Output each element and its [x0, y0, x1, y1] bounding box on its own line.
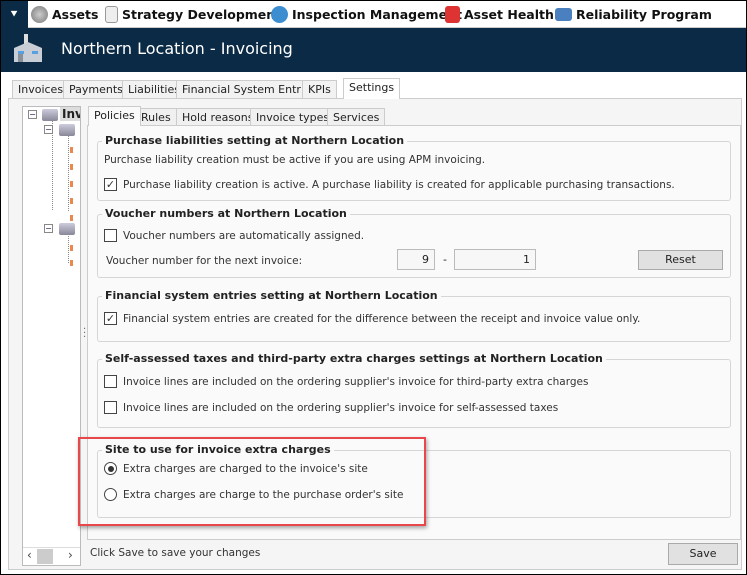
leaf-node[interactable] — [70, 147, 73, 153]
document-icon — [105, 5, 118, 23]
tab-financial-system-entries[interactable]: Financial System Entries — [176, 80, 323, 99]
nav-label: Asset Health — [464, 6, 554, 22]
tree-horizontal-scrollbar[interactable]: ‹ › — [23, 547, 80, 564]
save-button[interactable]: Save — [668, 543, 738, 565]
leaf-node[interactable] — [70, 245, 73, 251]
nav-label: Reliability Program — [576, 6, 712, 22]
folder-icon — [555, 7, 572, 21]
leaf-node[interactable] — [70, 215, 73, 221]
financial-entries-checkbox-row[interactable]: ✓ Financial system entries are created f… — [104, 312, 640, 325]
nav-reliability-program[interactable]: Reliability Program — [555, 0, 712, 28]
checkbox-label: Purchase liability creation is active. A… — [123, 178, 675, 191]
double-chevron-down-icon[interactable]: ⯆ — [0, 0, 28, 28]
self-assessed-taxes-checkbox-row[interactable]: Invoice lines are included on the orderi… — [104, 401, 558, 414]
nav-assets[interactable]: Assets — [31, 0, 98, 28]
financial-system-entries-group: Financial system entries setting at Nort… — [97, 289, 731, 342]
highlight-annotation — [78, 437, 426, 526]
leaf-node[interactable] — [70, 181, 73, 187]
next-voucher-label: Voucher number for the next invoice: — [106, 255, 303, 267]
nav-asset-health[interactable]: Asset Health — [445, 0, 554, 28]
purchase-liability-checkbox[interactable]: ✓ — [104, 178, 117, 191]
checkbox-label: Voucher numbers are automatically assign… — [123, 229, 365, 242]
tab-settings[interactable]: Settings — [343, 78, 401, 99]
purchase-liability-checkbox-row[interactable]: ✓ Purchase liability creation is active.… — [104, 178, 675, 191]
tab-hold-reasons[interactable]: Hold reasons — [176, 108, 260, 126]
location-tree[interactable]: − Inv − − — [22, 106, 81, 566]
scroll-left-icon[interactable]: ‹ — [27, 548, 32, 562]
self-assessed-taxes-checkbox[interactable] — [104, 401, 117, 414]
health-kit-icon — [445, 5, 460, 23]
factory-icon — [59, 124, 75, 136]
gears-icon — [31, 5, 48, 23]
top-navigation: ⯆ Assets Strategy Development Inspection… — [0, 0, 747, 28]
group-title: Voucher numbers at Northern Location — [102, 207, 350, 220]
nav-strategy-development[interactable]: Strategy Development — [105, 0, 281, 28]
group-title: Purchase liabilities setting at Northern… — [102, 134, 408, 147]
nav-label: Assets — [52, 6, 99, 22]
gauge-icon — [271, 5, 288, 23]
voucher-number-input[interactable]: 1 — [454, 249, 536, 270]
tab-services[interactable]: Services — [327, 108, 386, 126]
collapse-icon[interactable]: − — [44, 125, 53, 134]
voucher-prefix-input[interactable]: 9 — [397, 249, 435, 270]
checkbox-label: Invoice lines are included on the orderi… — [123, 375, 589, 388]
self-assessed-taxes-group: Self-assessed taxes and third-party extr… — [97, 352, 731, 428]
nav-label: Inspection Management — [292, 6, 462, 22]
purchase-liabilities-group: Purchase liabilities setting at Northern… — [97, 134, 731, 201]
collapse-icon[interactable]: − — [44, 224, 53, 233]
nav-inspection-management[interactable]: Inspection Management — [271, 0, 462, 28]
reset-button[interactable]: Reset — [638, 250, 723, 270]
leaf-node[interactable] — [70, 164, 73, 170]
checkbox-label: Invoice lines are included on the orderi… — [123, 401, 559, 414]
nav-label: Strategy Development — [122, 6, 282, 22]
group-title: Financial system entries setting at Nort… — [102, 289, 441, 302]
group-title: Self-assessed taxes and third-party extr… — [102, 352, 606, 365]
tab-invoice-types[interactable]: Invoice types — [250, 108, 336, 126]
purchase-note: Purchase liability creation must be acti… — [104, 154, 486, 166]
page-title: Northern Location - Invoicing — [61, 39, 293, 58]
leaf-node[interactable] — [70, 260, 73, 266]
scroll-right-icon[interactable]: › — [68, 548, 73, 562]
tab-invoices[interactable]: Invoices — [12, 80, 70, 99]
scroll-thumb[interactable] — [37, 549, 53, 564]
factory-icon — [42, 109, 58, 121]
third-party-charges-checkbox-row[interactable]: Invoice lines are included on the orderi… — [104, 375, 588, 388]
factory-icon — [14, 34, 42, 62]
leaf-node[interactable] — [70, 198, 73, 204]
status-message: Click Save to save your changes — [90, 547, 261, 559]
factory-icon — [59, 223, 75, 235]
third-party-charges-checkbox[interactable] — [104, 375, 117, 388]
tab-kpis[interactable]: KPIs — [302, 80, 337, 99]
voucher-auto-checkbox-row[interactable]: Voucher numbers are automatically assign… — [104, 229, 364, 242]
collapse-icon[interactable]: − — [28, 110, 37, 119]
tree-root-label[interactable]: Inv — [60, 107, 80, 121]
splitter-handle[interactable]: · · · — [83, 325, 86, 343]
voucher-separator: - — [443, 253, 447, 266]
checkbox-label: Financial system entries are created for… — [123, 312, 641, 325]
voucher-auto-checkbox[interactable] — [104, 229, 117, 242]
tab-payments[interactable]: Payments — [63, 80, 129, 99]
tab-rules[interactable]: Rules — [135, 108, 177, 126]
voucher-numbers-group: Voucher numbers at Northern Location Vou… — [97, 207, 731, 278]
financial-entries-checkbox[interactable]: ✓ — [104, 312, 117, 325]
tab-policies[interactable]: Policies — [88, 106, 141, 126]
